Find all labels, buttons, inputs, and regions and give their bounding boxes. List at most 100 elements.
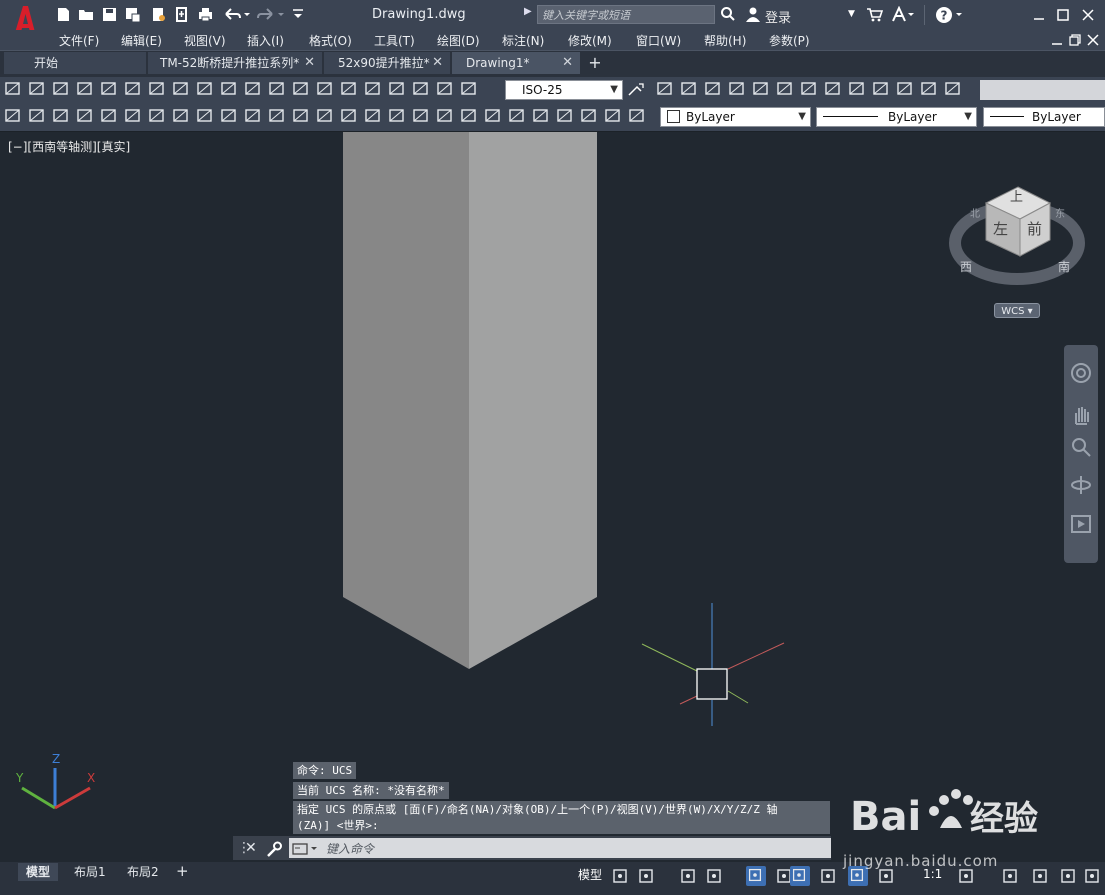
a360-icon[interactable] — [890, 5, 916, 23]
slice-icon[interactable] — [268, 107, 286, 125]
menu-format[interactable]: 格式(O) — [309, 32, 352, 49]
center-mark-icon[interactable] — [340, 80, 358, 98]
search-input[interactable]: 键入关键字或短语 — [537, 5, 715, 24]
doc-restore-icon[interactable] — [1068, 33, 1082, 47]
search-icon[interactable] — [720, 6, 736, 22]
polysolid-icon[interactable] — [4, 107, 22, 125]
nw-iso-icon[interactable] — [896, 80, 914, 98]
doc-minimize-icon[interactable] — [1050, 33, 1064, 47]
compass-east-label[interactable]: 东 — [1055, 205, 1065, 220]
grid-icon[interactable] — [610, 866, 630, 886]
rotate-3d-icon[interactable] — [388, 107, 406, 125]
snap-icon[interactable] — [636, 866, 656, 886]
array-3d-icon[interactable] — [460, 107, 478, 125]
shell-icon[interactable] — [484, 107, 502, 125]
layout-tab-model[interactable]: 模型 — [18, 863, 59, 881]
pan-hand-icon[interactable] — [1070, 404, 1092, 426]
model-space-toggle[interactable]: 模型 — [578, 866, 602, 883]
save-as-icon[interactable] — [124, 6, 141, 23]
steering-wheel-icon[interactable] — [1070, 362, 1092, 384]
compass-west-label[interactable]: 西 — [960, 258, 972, 275]
tab-close-icon[interactable]: ✕ — [432, 52, 443, 74]
union-icon[interactable] — [196, 107, 214, 125]
bottom-view-icon[interactable] — [704, 80, 722, 98]
tab-start[interactable]: 开始 — [4, 52, 146, 74]
lineweight-select[interactable]: ByLayer — [983, 107, 1105, 127]
hidden-icon[interactable] — [556, 107, 574, 125]
zoom-extents-icon[interactable] — [1070, 436, 1092, 458]
compass-north-label[interactable]: 北 — [970, 205, 980, 220]
se-iso-icon[interactable] — [848, 80, 866, 98]
menu-tools[interactable]: 工具(T) — [374, 32, 415, 49]
visual-style-manager-icon[interactable] — [628, 107, 646, 125]
inspect-icon[interactable] — [364, 80, 382, 98]
menu-file[interactable]: 文件(F) — [59, 32, 99, 49]
tab-drawing1[interactable]: Drawing1* ✕ — [452, 52, 580, 74]
realistic-icon[interactable] — [580, 107, 598, 125]
toolbar-empty-combo[interactable] — [980, 80, 1105, 100]
right-view-icon[interactable] — [752, 80, 770, 98]
linetype-select[interactable]: ByLayer ▼ — [816, 107, 977, 127]
save-icon[interactable] — [101, 6, 118, 23]
tab-52x90[interactable]: 52x90提升推拉* ✕ — [324, 52, 450, 74]
polar-icon[interactable] — [746, 866, 766, 886]
login-dropdown-icon[interactable]: ▼ — [848, 9, 855, 19]
interfere-icon[interactable] — [340, 107, 358, 125]
redo-icon[interactable] — [256, 6, 286, 23]
imprint-icon[interactable] — [316, 107, 334, 125]
help-icon[interactable]: ? — [935, 6, 963, 24]
quick-dim-icon[interactable] — [196, 80, 214, 98]
space-icon[interactable] — [268, 80, 286, 98]
maximize-icon[interactable] — [1053, 5, 1073, 25]
customize-menu-icon[interactable] — [1082, 866, 1102, 886]
layout-tab-layout2[interactable]: 布局2 — [119, 863, 167, 881]
dim-edit-icon[interactable] — [412, 80, 430, 98]
print-icon[interactable] — [197, 6, 214, 23]
align-3d-icon[interactable] — [412, 107, 430, 125]
break-icon[interactable] — [292, 80, 310, 98]
publish-icon[interactable] — [173, 6, 190, 23]
isolate-icon[interactable] — [1030, 866, 1050, 886]
top-view-icon[interactable] — [680, 80, 698, 98]
compass-south-label[interactable]: 南 — [1058, 258, 1070, 275]
tolerance-icon[interactable] — [316, 80, 334, 98]
dim-text-edit-icon[interactable] — [436, 80, 454, 98]
move-3d-icon[interactable] — [364, 107, 382, 125]
diameter-icon[interactable] — [148, 80, 166, 98]
extrude-icon[interactable] — [76, 107, 94, 125]
wireframe-icon[interactable] — [532, 107, 550, 125]
command-close-icon[interactable]: ✕ — [245, 840, 257, 856]
menu-view[interactable]: 视图(V) — [184, 32, 226, 49]
named-views-icon[interactable] — [656, 80, 674, 98]
login-button[interactable]: 登录 — [765, 7, 791, 26]
ortho-icon[interactable] — [704, 866, 724, 886]
aligned-dim-icon[interactable] — [28, 80, 46, 98]
minimize-icon[interactable] — [1029, 5, 1049, 25]
command-customize-wrench-icon[interactable] — [265, 840, 283, 858]
ordinate-icon[interactable] — [76, 80, 94, 98]
conceptual-icon[interactable] — [604, 107, 622, 125]
layout-tab-layout1[interactable]: 布局1 — [66, 863, 114, 881]
menu-help[interactable]: 帮助(H) — [704, 32, 746, 49]
wcs-menu-button[interactable]: WCS ▾ — [994, 303, 1040, 318]
jogged-icon[interactable] — [124, 80, 142, 98]
osnap-tracking-icon[interactable] — [790, 866, 810, 886]
ucs-icon[interactable] — [508, 107, 526, 125]
orbit-icon[interactable] — [1070, 474, 1092, 496]
revolve-icon[interactable] — [148, 107, 166, 125]
doc-close-icon[interactable] — [1086, 33, 1100, 47]
box-icon[interactable] — [28, 107, 46, 125]
osnap-icon[interactable] — [818, 866, 838, 886]
menu-draw[interactable]: 绘图(D) — [437, 32, 480, 49]
tab-tm52[interactable]: TM-52断桥提升推拉系列* ✕ — [148, 52, 322, 74]
jogged-linear-icon[interactable] — [388, 80, 406, 98]
dim-update-icon[interactable] — [460, 80, 478, 98]
add-layout-icon[interactable]: + — [176, 862, 189, 880]
wedge-icon[interactable] — [52, 107, 70, 125]
menu-insert[interactable]: 插入(I) — [247, 32, 284, 49]
radius-dim-icon[interactable] — [100, 80, 118, 98]
tab-close-icon[interactable]: ✕ — [562, 52, 573, 74]
close-window-icon[interactable] — [1078, 5, 1098, 25]
sw-iso-icon[interactable] — [824, 80, 842, 98]
thicken-icon[interactable] — [292, 107, 310, 125]
